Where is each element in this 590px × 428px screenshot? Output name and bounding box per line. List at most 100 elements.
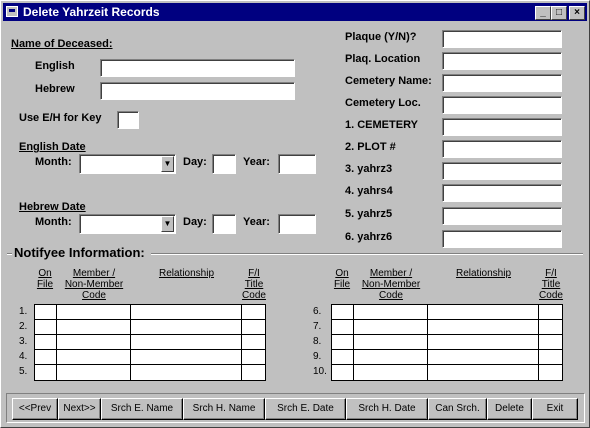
member-code-cell[interactable] xyxy=(57,350,131,365)
title-code-cell[interactable] xyxy=(242,335,265,350)
member-code-cell[interactable] xyxy=(57,335,131,350)
on-file-cell[interactable] xyxy=(332,350,354,365)
plaque-location-input[interactable] xyxy=(442,52,562,70)
english-month-label: Month: xyxy=(35,156,72,168)
title-code-cell[interactable] xyxy=(242,320,265,335)
search-hebrew-date-button[interactable]: Srch H. Date xyxy=(346,398,428,420)
yahrz6-input[interactable] xyxy=(442,230,562,248)
minimize-icon[interactable]: _ xyxy=(535,6,551,20)
on-file-cell[interactable] xyxy=(332,320,354,335)
col-member-right: Member / Non-Member Code xyxy=(361,268,421,301)
cancel-search-button[interactable]: Can Srch. xyxy=(428,398,487,420)
on-file-cell[interactable] xyxy=(35,350,57,365)
hebrew-year-label: Year: xyxy=(243,216,270,228)
search-english-name-button[interactable]: Srch E. Name xyxy=(101,398,183,420)
use-eh-key-label: Use E/H for Key xyxy=(19,112,102,124)
hebrew-day-label: Day: xyxy=(183,216,207,228)
hebrew-name-input[interactable] xyxy=(100,82,295,100)
cemetery-field-label: 1. CEMETERY xyxy=(345,119,418,131)
on-file-cell[interactable] xyxy=(332,305,354,320)
notifyee-grid-body xyxy=(34,304,266,381)
relationship-cell[interactable] xyxy=(131,365,242,380)
english-date-label: English Date xyxy=(19,141,86,153)
use-eh-key-input[interactable] xyxy=(117,111,139,129)
name-of-deceased-label: Name of Deceased: xyxy=(11,38,113,50)
cemetery-loc-label: Cemetery Loc. xyxy=(345,97,421,109)
title-code-cell[interactable] xyxy=(539,350,562,365)
yahrz5-input[interactable] xyxy=(442,207,562,225)
member-code-cell[interactable] xyxy=(354,365,428,380)
yahrz3-input[interactable] xyxy=(442,162,562,180)
notifyee-divider-right xyxy=(151,253,583,255)
title-code-cell[interactable] xyxy=(539,320,562,335)
hebrew-day-input[interactable] xyxy=(212,214,236,234)
chevron-down-icon[interactable]: ▼ xyxy=(161,156,174,172)
maximize-icon[interactable]: □ xyxy=(551,6,567,20)
prev-button[interactable]: <<Prev xyxy=(12,398,58,420)
on-file-cell[interactable] xyxy=(35,335,57,350)
member-code-cell[interactable] xyxy=(57,365,131,380)
title-code-cell[interactable] xyxy=(539,365,562,380)
cemetery-field-input[interactable] xyxy=(442,118,562,136)
relationship-cell[interactable] xyxy=(428,335,539,350)
english-day-input[interactable] xyxy=(212,154,236,174)
on-file-cell[interactable] xyxy=(35,305,57,320)
relationship-cell[interactable] xyxy=(131,305,242,320)
english-name-input[interactable] xyxy=(100,59,295,77)
title-bar[interactable]: Delete Yahrzeit Records _ □ × xyxy=(3,3,587,21)
relationship-cell[interactable] xyxy=(428,350,539,365)
relationship-cell[interactable] xyxy=(428,320,539,335)
on-file-cell[interactable] xyxy=(332,335,354,350)
member-code-cell[interactable] xyxy=(354,335,428,350)
member-code-cell[interactable] xyxy=(354,320,428,335)
relationship-cell[interactable] xyxy=(131,320,242,335)
on-file-cell[interactable] xyxy=(35,320,57,335)
row-number: 10. xyxy=(313,366,327,377)
search-english-date-button[interactable]: Srch E. Date xyxy=(265,398,346,420)
relationship-cell[interactable] xyxy=(428,365,539,380)
col-relationship-left: Relationship xyxy=(158,268,215,279)
title-code-cell[interactable] xyxy=(242,350,265,365)
on-file-cell[interactable] xyxy=(332,365,354,380)
yahrz5-label: 5. yahrz5 xyxy=(345,208,393,220)
hebrew-name-label: Hebrew xyxy=(35,83,75,95)
english-name-label: English xyxy=(35,60,75,72)
english-year-input[interactable] xyxy=(278,154,316,174)
yahrs4-input[interactable] xyxy=(442,184,562,202)
english-month-select[interactable]: ▼ xyxy=(79,154,176,174)
member-code-cell[interactable] xyxy=(57,320,131,335)
cemetery-name-input[interactable] xyxy=(442,74,562,92)
close-icon[interactable]: × xyxy=(569,6,585,20)
english-year-label: Year: xyxy=(243,156,270,168)
plot-input[interactable] xyxy=(442,140,562,158)
relationship-cell[interactable] xyxy=(131,350,242,365)
relationship-cell[interactable] xyxy=(131,335,242,350)
col-on-file-right: On File xyxy=(333,268,351,290)
member-code-cell[interactable] xyxy=(354,305,428,320)
next-button[interactable]: Next>> xyxy=(58,398,101,420)
exit-button[interactable]: Exit xyxy=(532,398,578,420)
title-code-cell[interactable] xyxy=(242,305,265,320)
row-number: 2. xyxy=(19,321,28,332)
col-relationship-right: Relationship xyxy=(455,268,512,279)
title-code-cell[interactable] xyxy=(539,305,562,320)
yahrz6-label: 6. yahrz6 xyxy=(345,231,393,243)
on-file-cell[interactable] xyxy=(35,365,57,380)
cemetery-loc-input[interactable] xyxy=(442,96,562,114)
row-number: 3. xyxy=(19,336,28,347)
col-fi-right: F/I Title Code xyxy=(539,268,563,301)
delete-button[interactable]: Delete xyxy=(487,398,532,420)
plaque-input[interactable] xyxy=(442,30,562,48)
plot-label: 2. PLOT # xyxy=(345,141,396,153)
title-code-cell[interactable] xyxy=(242,365,265,380)
notifyee-divider-left xyxy=(7,253,12,255)
hebrew-year-input[interactable] xyxy=(278,214,316,234)
member-code-cell[interactable] xyxy=(354,350,428,365)
search-hebrew-name-button[interactable]: Srch H. Name xyxy=(183,398,265,420)
relationship-cell[interactable] xyxy=(428,305,539,320)
title-code-cell[interactable] xyxy=(539,335,562,350)
chevron-down-icon[interactable]: ▼ xyxy=(161,216,174,232)
row-number: 6. xyxy=(313,306,322,317)
hebrew-month-select[interactable]: ▼ xyxy=(79,214,176,234)
member-code-cell[interactable] xyxy=(57,305,131,320)
